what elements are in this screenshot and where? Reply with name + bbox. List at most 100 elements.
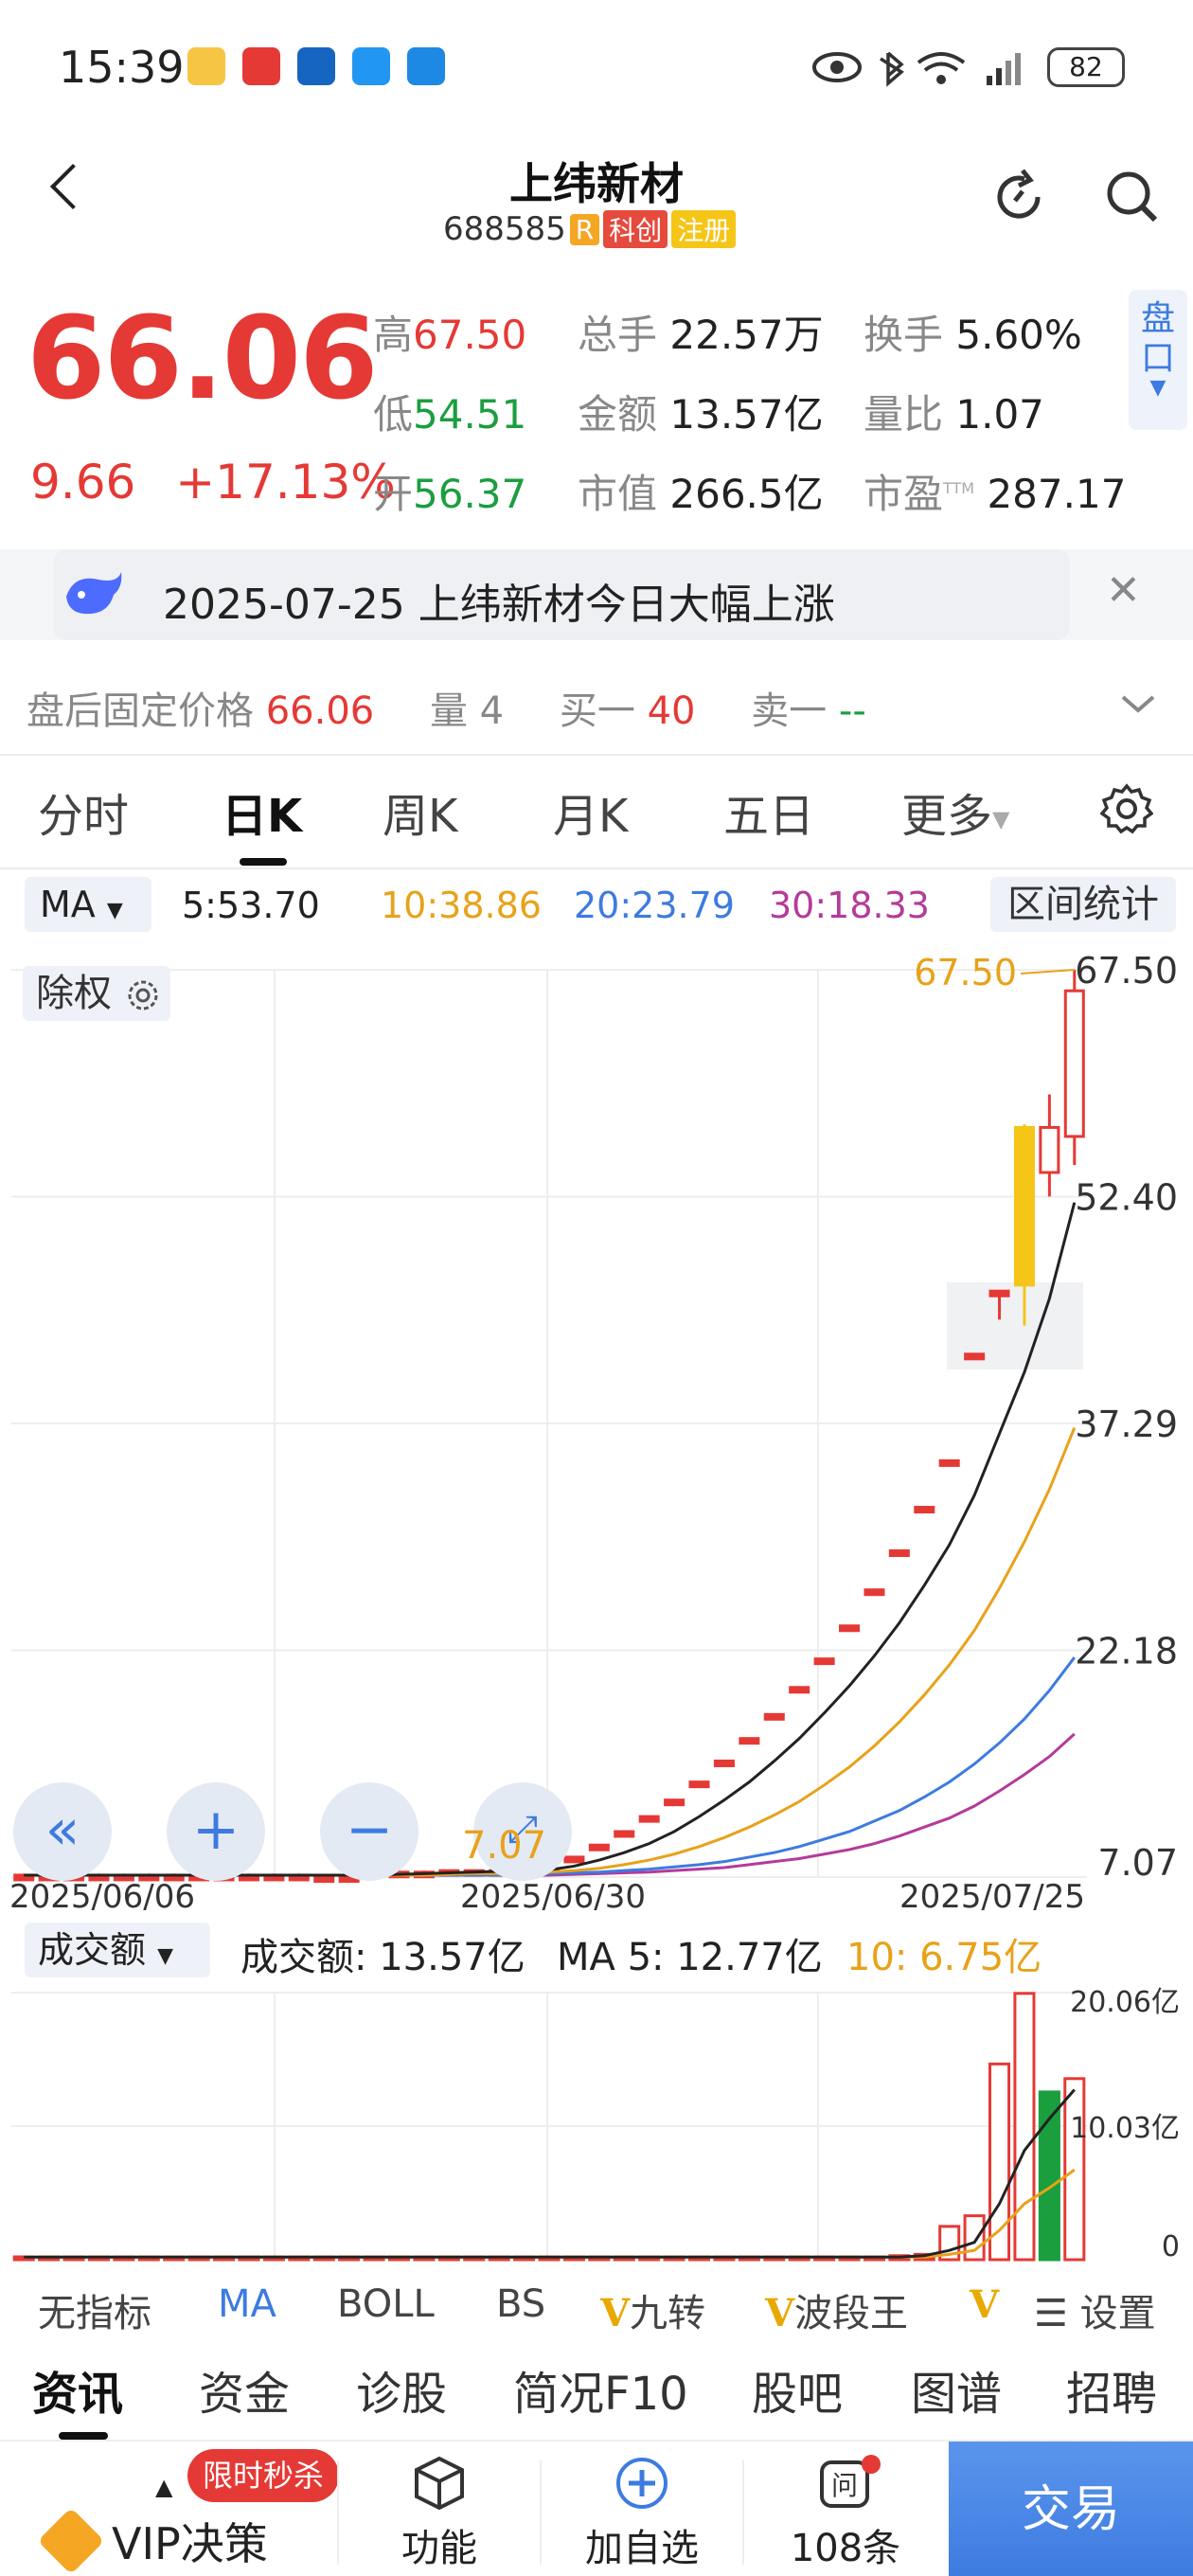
change-pct: +17.13% <box>175 455 396 510</box>
ma5-line <box>24 1202 1077 1877</box>
turnover-value: 5.60% <box>955 312 1082 358</box>
close-icon[interactable]: ✕ <box>1106 566 1141 615</box>
caret-down-icon: ▼ <box>992 806 1010 832</box>
volume-y-tick-label: 20.06亿 <box>1070 1986 1180 2019</box>
tab-rik[interactable]: 日K <box>222 778 302 845</box>
volume-ma10-line <box>24 2168 1076 2259</box>
bluetooth-icon <box>880 51 904 87</box>
low-value: 54.51 <box>413 391 527 438</box>
volume-ma5: MA 5: 12.77亿 <box>557 1926 823 1981</box>
candle <box>664 1798 686 1807</box>
after-label: 盘后固定价格 <box>27 689 254 733</box>
news-text: 2025-07-25 上纬新材今日大幅上涨 <box>163 581 835 629</box>
pe-ttm: TTM <box>943 479 975 497</box>
btab-zijin[interactable]: 资金 <box>199 2356 290 2423</box>
volratio-value: 1.07 <box>955 391 1044 438</box>
vip-v-icon: V <box>600 2291 631 2335</box>
news-banner[interactable]: 2025-07-25 上纬新材今日大幅上涨 ✕ <box>0 549 1193 640</box>
tag-zhuce: 注册 <box>671 210 737 248</box>
indicator-jiuzhuan-label: 九转 <box>630 2292 706 2335</box>
sell1-label: 卖一 <box>751 689 828 733</box>
indicator-jiuzhuan[interactable]: V九转 <box>600 2282 705 2337</box>
candle <box>813 1657 835 1666</box>
indicator-ma[interactable]: MA <box>218 2282 276 2326</box>
ma30-value: 30:18.33 <box>769 885 930 926</box>
function-button[interactable]: 功能 <box>339 2442 540 2576</box>
volume-ma5-line <box>24 2088 1076 2259</box>
add-watchlist-label: 加自选 <box>585 2527 699 2570</box>
volume-value: 22.57万 <box>669 312 824 358</box>
tab-more-label: 更多 <box>901 790 993 843</box>
indicator-none[interactable]: 无指标 <box>38 2282 151 2337</box>
settings-gear-icon[interactable] <box>1100 782 1153 835</box>
indicator-boduanwang[interactable]: V波段王 <box>765 2282 908 2337</box>
btab-zhaopin[interactable]: 招聘 <box>1066 2356 1157 2423</box>
stock-code: 688585 <box>443 210 566 248</box>
mktcap-value: 266.5亿 <box>669 471 824 517</box>
volume-y-tick-label: 10.03亿 <box>1070 2112 1180 2145</box>
quote-mktcap: 市值 266.5亿 <box>578 462 824 520</box>
low-label: 低 <box>373 391 414 438</box>
indicator-bs[interactable]: BS <box>496 2282 545 2326</box>
indicator-settings[interactable]: ☰ 设置 <box>1030 2282 1156 2337</box>
scroll-left-button[interactable]: « <box>13 1782 112 1881</box>
chevron-down-icon[interactable] <box>1119 689 1157 718</box>
btab-jiankuang[interactable]: 简况F10 <box>513 2356 688 2423</box>
ma-selector[interactable]: MA ▼ <box>25 877 151 932</box>
svg-text:问: 问 <box>831 2470 858 2501</box>
tab-more[interactable]: 更多▼ <box>901 778 1009 845</box>
chuquan-button[interactable]: 除权 <box>23 966 170 1021</box>
volume-amount-value: 13.57亿 <box>379 1936 525 1979</box>
quote-turnover: 换手 5.60% <box>864 303 1082 361</box>
zoom-out-button[interactable]: − <box>320 1782 418 1881</box>
add-watchlist-button[interactable]: 加自选 <box>542 2442 742 2576</box>
candle <box>614 1830 635 1838</box>
ma10-value: 10:38.86 <box>381 885 542 926</box>
system-icons <box>812 51 1021 87</box>
app-icon <box>407 47 445 85</box>
candle <box>1063 989 1085 1138</box>
x-tick-label: 2025/06/06 <box>9 1878 195 1913</box>
vip-label: VIP决策 <box>112 2518 268 2569</box>
btab-guba[interactable]: 股吧 <box>752 2356 843 2423</box>
candle <box>713 1759 735 1767</box>
eye-icon <box>812 52 862 82</box>
candle <box>638 1815 660 1823</box>
y-tick-label: 37.29 <box>1075 1404 1178 1445</box>
candle <box>988 1289 1010 1297</box>
search-icon[interactable] <box>1102 167 1163 227</box>
candle <box>563 1855 585 1864</box>
buy1-value: 40 <box>647 689 696 733</box>
caret-down-icon: ▼ <box>157 1944 174 1968</box>
vip-decision-button[interactable]: 限时秒杀 ▲ VIP决策 <box>0 2442 339 2576</box>
range-stats-button[interactable]: 区间统计 <box>990 877 1176 932</box>
tab-yuek[interactable]: 月K <box>553 778 628 845</box>
btab-zhengu[interactable]: 诊股 <box>356 2356 447 2423</box>
tab-fenshi[interactable]: 分时 <box>38 778 129 845</box>
btab-zixun[interactable]: 资讯 <box>32 2356 123 2423</box>
tab-wuri[interactable]: 五日 <box>723 778 814 845</box>
refresh-icon[interactable] <box>988 167 1049 227</box>
pankou-button[interactable]: 盘口 ▼ <box>1129 290 1187 430</box>
quote-pe: 市盈TTM 287.17 <box>864 462 1126 520</box>
volume-chart[interactable]: 20.06亿 10.03亿 0 <box>0 1979 1193 2263</box>
caret-down-icon: ▼ <box>1149 376 1166 400</box>
function-label: 功能 <box>401 2527 477 2570</box>
volume-selector[interactable]: 成交额 ▼ <box>25 1923 210 1977</box>
indicator-settings-label: 设置 <box>1079 2292 1156 2335</box>
candle <box>839 1624 861 1633</box>
x-tick-label: 2025/06/30 <box>460 1878 646 1913</box>
indicator-partial[interactable]: V <box>970 2282 999 2327</box>
divider <box>0 754 1193 756</box>
ask-button[interactable]: 问 108条 <box>744 2442 947 2576</box>
indicator-boll[interactable]: BOLL <box>337 2282 435 2326</box>
pankou-label: 盘口 <box>1140 299 1175 378</box>
btab-tupu[interactable]: 图谱 <box>911 2356 1002 2423</box>
candle <box>964 1352 986 1361</box>
trade-button[interactable]: 交易 <box>949 2442 1193 2576</box>
tab-zhouk[interactable]: 周K <box>383 778 457 845</box>
ma20-value: 20:23.79 <box>574 885 735 926</box>
kline-chart[interactable]: 67.50 52.40 37.29 22.18 7.07 67.50 2025/06/06 2… <box>0 943 1193 1913</box>
open-label: 开 <box>373 471 414 517</box>
zoom-in-button[interactable]: + <box>167 1782 265 1881</box>
